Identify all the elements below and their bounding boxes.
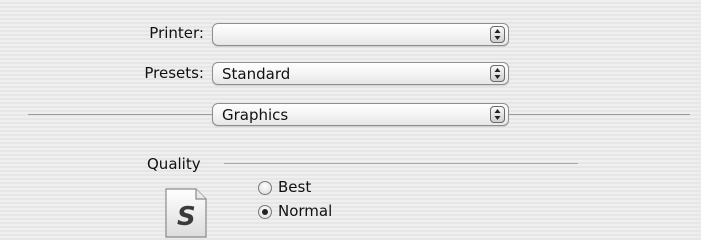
separator-line-left <box>28 114 212 115</box>
quality-group-divider <box>224 163 578 164</box>
quality-group-label: Quality <box>147 155 201 173</box>
radio-best-label[interactable]: Best <box>278 178 311 196</box>
panel-popup-value: Graphics <box>222 106 289 124</box>
presets-label: Presets: <box>144 64 204 82</box>
radio-best[interactable] <box>258 181 272 195</box>
radio-normal[interactable] <box>258 205 272 219</box>
separator-line-right <box>509 114 690 115</box>
presets-popup-value: Standard <box>222 65 291 83</box>
presets-popup[interactable]: Standard <box>212 62 509 85</box>
printer-popup[interactable] <box>212 23 509 46</box>
panel-popup[interactable]: Graphics <box>212 103 509 126</box>
popup-arrows-icon <box>490 106 505 123</box>
popup-arrows-icon <box>490 26 505 43</box>
popup-arrows-icon <box>490 65 505 82</box>
document-s-letter: S <box>177 202 196 232</box>
printer-label: Printer: <box>149 24 204 42</box>
radio-normal-label[interactable]: Normal <box>278 202 332 220</box>
radio-normal-selected-dot <box>262 209 268 215</box>
